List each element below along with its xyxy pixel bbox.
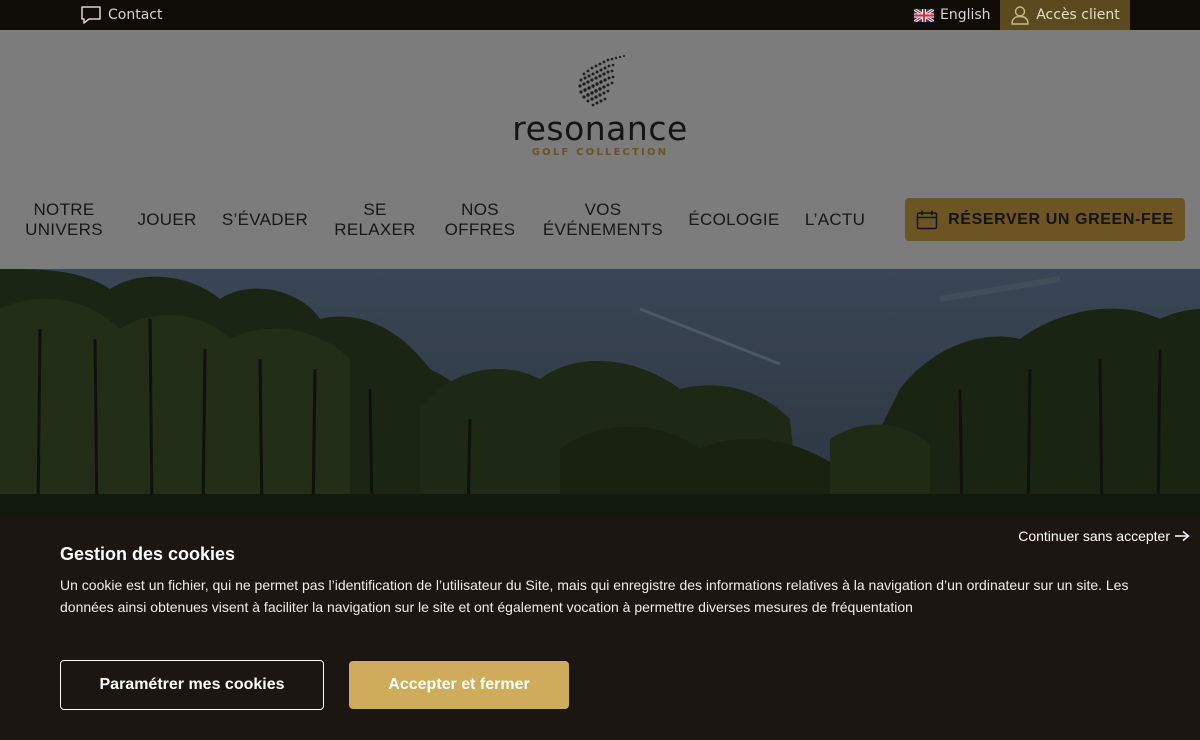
brand-name: resonance [512,109,688,148]
top-bar: Contact English Accès client [0,0,1200,30]
accept-and-close-button[interactable]: Accepter et fermer [349,661,569,709]
contact-label: Contact [108,7,163,23]
contact-link[interactable]: Contact [80,0,162,30]
reserve-green-fee-button[interactable]: RÉSERVER UN GREEN-FEE [905,198,1185,241]
calendar-icon [916,210,938,229]
birds-flock-logo [578,55,625,107]
nav-item-lactu[interactable]: L’ACTU [798,198,872,242]
site-logo[interactable]: resonance GOLF COLLECTION [500,54,700,158]
nav-item-notre-univers[interactable]: NOTRE UNIVERS [18,198,110,242]
language-switch[interactable]: English [914,0,991,30]
client-access-label: Accès client [1036,7,1120,23]
site-header: resonance GOLF COLLECTION NOTRE UNIVERS J… [0,30,1200,269]
cookie-settings-button[interactable]: Paramétrer mes cookies [60,660,324,710]
nav-item-jouer[interactable]: JOUER [130,198,204,242]
reserve-label: RÉSERVER UN GREEN-FEE [948,210,1174,228]
hero-image [0,269,1200,516]
chat-bubble-icon [81,6,101,24]
cookie-description: Un cookie est un fichier, qui ne permet … [60,577,1129,615]
user-icon [1011,6,1029,25]
cookie-title: Gestion des cookies [60,544,236,564]
arrow-right-icon [1175,530,1190,542]
brand-subtitle: GOLF COLLECTION [531,147,669,158]
uk-flag-icon [914,8,934,22]
cookie-banner: Continuer sans accepter Gestion des cook… [0,516,1200,740]
nav-item-se-relaxer[interactable]: SE RELAXER [327,198,423,242]
skip-label: Continuer sans accepter [1018,528,1170,544]
continue-without-accepting-link[interactable]: Continuer sans accepter [1018,528,1190,544]
nav-item-vos-evenements[interactable]: VOS ÉVÉNEMENTS [536,198,670,242]
nav-item-nos-offres[interactable]: NOS OFFRES [437,198,523,242]
nav-item-ecologie[interactable]: ÉCOLOGIE [684,198,784,242]
language-label: English [940,7,991,23]
client-access-button[interactable]: Accès client [1000,0,1130,30]
nav-item-sevader[interactable]: S’ÉVADER [218,198,312,242]
